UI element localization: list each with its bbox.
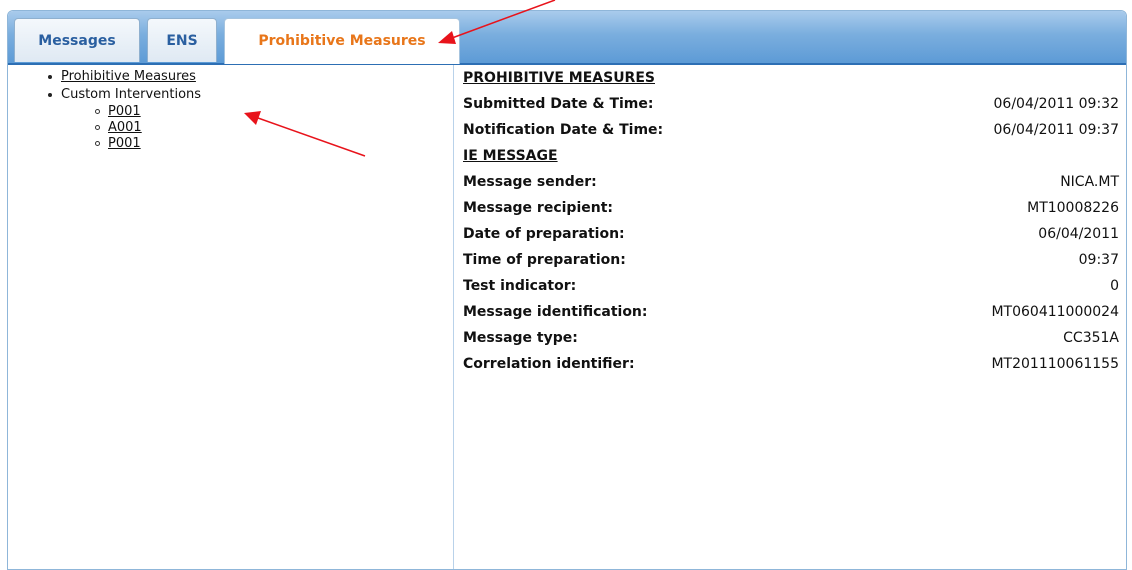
custom-interventions-list: P001 A001 P001 bbox=[61, 104, 201, 152]
tree-item-custom-interventions: Custom Interventions P001 A001 P001 bbox=[46, 86, 201, 152]
detail-label: Notification Date & Time: bbox=[463, 122, 664, 138]
detail-value: CC351A bbox=[1063, 330, 1119, 346]
custom-interventions-label: Custom Interventions bbox=[61, 87, 202, 102]
tab-ens[interactable]: ENS bbox=[147, 18, 217, 62]
tree-item-prohibitive-measures: Prohibitive Measures bbox=[46, 68, 201, 86]
detail-value: 09:37 bbox=[1078, 252, 1119, 268]
prohibitive-measures-link[interactable]: Prohibitive Measures bbox=[61, 69, 196, 84]
detail-row: Time of preparation: 09:37 bbox=[463, 247, 1119, 273]
tab-panel-frame: Messages ENS Prohibitive Measures Prohib… bbox=[7, 10, 1127, 570]
navigation-tree: Prohibitive Measures Custom Intervention… bbox=[46, 68, 201, 152]
tab-messages[interactable]: Messages bbox=[14, 18, 140, 62]
tab-prohibitive-measures[interactable]: Prohibitive Measures bbox=[224, 18, 460, 64]
intervention-link-p001-second[interactable]: P001 bbox=[108, 136, 141, 151]
detail-row: Date of preparation: 06/04/2011 bbox=[463, 221, 1119, 247]
detail-row: Message sender: NICA.MT bbox=[463, 169, 1119, 195]
tab-bar: Messages ENS Prohibitive Measures bbox=[8, 11, 1126, 65]
detail-label: Message recipient: bbox=[463, 200, 614, 216]
detail-row-notification: Notification Date & Time: 06/04/2011 09:… bbox=[463, 117, 1119, 143]
detail-value: MT10008226 bbox=[1027, 200, 1119, 216]
list-item: P001 bbox=[61, 104, 201, 120]
detail-label: Message sender: bbox=[463, 174, 597, 190]
detail-row: Message identification: MT060411000024 bbox=[463, 299, 1119, 325]
detail-row: Message recipient: MT10008226 bbox=[463, 195, 1119, 221]
details-pane: PROHIBITIVE MEASURES Submitted Date & Ti… bbox=[463, 65, 1119, 569]
intervention-link-p001[interactable]: P001 bbox=[108, 104, 141, 119]
detail-label: Message identification: bbox=[463, 304, 648, 320]
detail-value: 06/04/2011 09:37 bbox=[993, 122, 1120, 138]
tab-label: Prohibitive Measures bbox=[258, 33, 426, 49]
detail-value: 0 bbox=[1110, 278, 1119, 294]
detail-label: Message type: bbox=[463, 330, 578, 346]
intervention-link-a001[interactable]: A001 bbox=[108, 120, 142, 135]
tab-label: Messages bbox=[38, 33, 116, 49]
navigation-tree-pane: Prohibitive Measures Custom Intervention… bbox=[8, 65, 454, 569]
detail-value: MT201110061155 bbox=[991, 356, 1119, 372]
section-title-ie-message: IE MESSAGE bbox=[463, 148, 558, 164]
detail-value: 06/04/2011 bbox=[1038, 226, 1119, 242]
detail-label: Date of preparation: bbox=[463, 226, 625, 242]
detail-row-submitted: Submitted Date & Time: 06/04/2011 09:32 bbox=[463, 91, 1119, 117]
list-item: P001 bbox=[61, 136, 201, 152]
detail-label: Correlation identifier: bbox=[463, 356, 635, 372]
detail-label: Time of preparation: bbox=[463, 252, 626, 268]
detail-value: NICA.MT bbox=[1060, 174, 1119, 190]
section-title-prohibitive-measures: PROHIBITIVE MEASURES bbox=[463, 70, 655, 86]
detail-label: Submitted Date & Time: bbox=[463, 96, 654, 112]
list-item: A001 bbox=[61, 120, 201, 136]
tab-label: ENS bbox=[166, 33, 198, 49]
detail-row: Message type: CC351A bbox=[463, 325, 1119, 351]
detail-row: Test indicator: 0 bbox=[463, 273, 1119, 299]
detail-value: 06/04/2011 09:32 bbox=[993, 96, 1120, 112]
detail-value: MT060411000024 bbox=[991, 304, 1119, 320]
detail-row: Correlation identifier: MT201110061155 bbox=[463, 351, 1119, 377]
detail-label: Test indicator: bbox=[463, 278, 577, 294]
